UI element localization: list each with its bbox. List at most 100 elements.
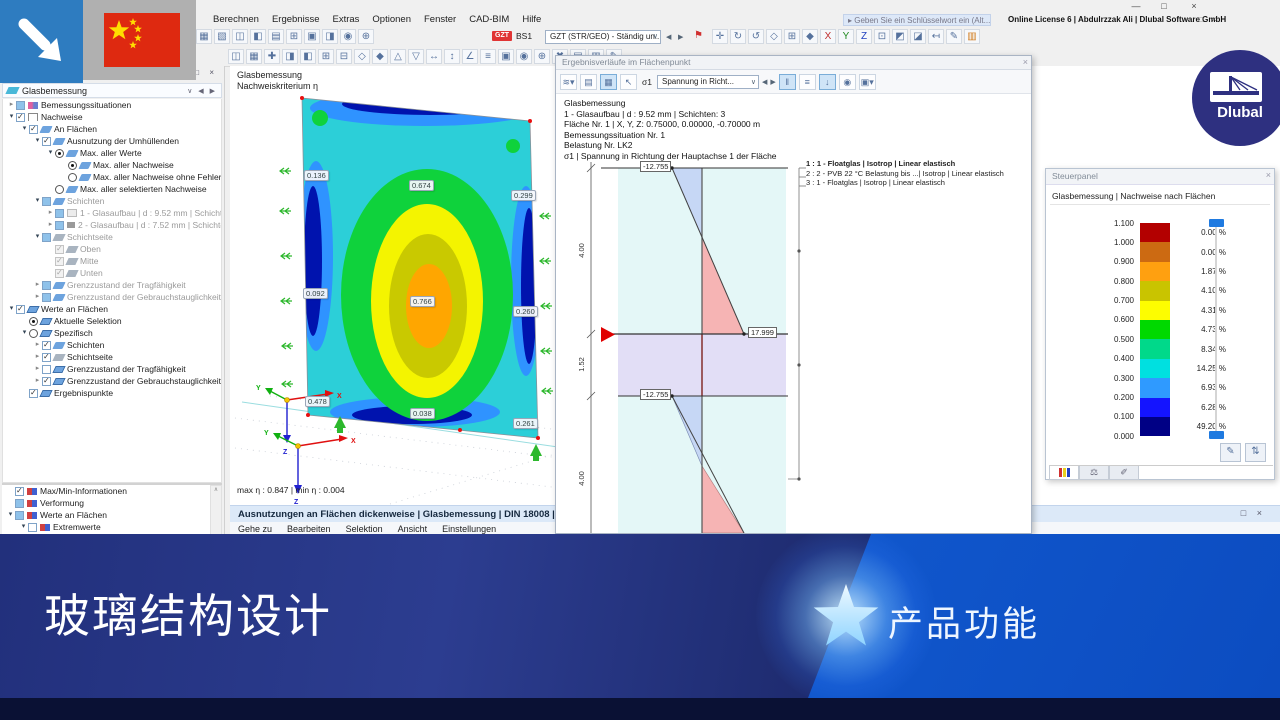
expander-icon[interactable] — [46, 147, 55, 159]
tree-item[interactable]: Schichten — [3, 195, 221, 207]
grid-icon[interactable]: ⊞ — [784, 29, 800, 44]
value-tag[interactable]: 0.038 — [410, 408, 435, 419]
tree-item[interactable]: Oben — [3, 243, 221, 255]
menu-item[interactable]: Ergebnisse — [272, 13, 320, 27]
load-tool-icon[interactable]: ◆ — [372, 49, 388, 64]
tree-item-control[interactable] — [16, 304, 25, 314]
node-tool-icon[interactable]: ◫ — [228, 49, 244, 64]
value-tag[interactable]: 0.766 — [410, 296, 435, 307]
navigator-header[interactable]: Glasbemessung ∨ ◀ ▶ — [2, 83, 222, 98]
close-button[interactable]: × — [1182, 1, 1206, 12]
value-tag[interactable]: 0.478 — [305, 396, 330, 407]
expander-icon[interactable] — [46, 219, 55, 231]
rotate-view-icon[interactable]: ↻ — [730, 29, 746, 44]
tab-color-scale[interactable] — [1049, 466, 1079, 480]
prev-loadcase-icon[interactable]: ◀ — [666, 33, 671, 41]
point-icon[interactable]: ◉ — [516, 49, 532, 64]
move-icon[interactable]: ✛ — [712, 29, 728, 44]
tree-item-control[interactable] — [42, 280, 51, 290]
loadcase-flag-icon[interactable]: ⚑ — [694, 30, 703, 41]
tree-item[interactable]: Extremwerte — [2, 521, 212, 533]
expander-icon[interactable] — [33, 351, 42, 363]
expander-icon[interactable] — [33, 195, 42, 207]
tree-item[interactable]: Schichtseite — [3, 231, 221, 243]
menu-item[interactable]: Fenster — [424, 13, 456, 27]
expander-icon[interactable] — [33, 291, 42, 303]
tree-item[interactable]: Max/Min-Informationen — [2, 485, 212, 497]
minimize-button[interactable]: — — [1124, 1, 1148, 12]
imperfection-icon[interactable]: ↕ — [444, 49, 460, 64]
isometric-view-icon[interactable]: ◇ — [766, 29, 782, 44]
support-tool-icon[interactable]: ⊞ — [318, 49, 334, 64]
loadcase-combo[interactable]: GZT (STR/GEO) - Ständig un... — [545, 30, 661, 44]
expander-icon[interactable] — [33, 135, 42, 147]
tree-item-control[interactable] — [15, 486, 24, 496]
value-tag[interactable]: 0.092 — [303, 288, 328, 299]
scale-range-slider[interactable] — [1209, 219, 1224, 439]
render-mode-icon[interactable]: ◨ — [322, 29, 338, 44]
display-properties-icon[interactable]: ▣ — [304, 29, 320, 44]
tree-item[interactable]: Unten — [3, 267, 221, 279]
opening-tool-icon[interactable]: ◧ — [300, 49, 316, 64]
tree-item[interactable]: Aktuelle Selektion — [3, 315, 221, 327]
measure-icon[interactable]: ✎ — [946, 29, 962, 44]
view-menu-item[interactable]: Selektion — [346, 524, 383, 534]
tree-item-control[interactable] — [55, 208, 64, 218]
view-menu-item[interactable]: Ansicht — [398, 524, 428, 534]
view-window-controls[interactable]: □ × — [1241, 508, 1266, 518]
view-menu-item[interactable]: Gehe zu — [238, 524, 272, 534]
line-tool-icon[interactable]: ▦ — [246, 49, 262, 64]
tree-item[interactable]: Mitte — [3, 255, 221, 267]
tree-item-control[interactable] — [29, 316, 38, 326]
tree-item[interactable]: Max. aller selektierten Nachweise — [3, 183, 221, 195]
expander-icon[interactable] — [6, 509, 15, 521]
expander-icon[interactable] — [33, 363, 42, 375]
tree-item-control[interactable] — [15, 498, 24, 508]
value-tag[interactable]: 0.261 — [513, 418, 538, 429]
value-tag[interactable]: 0.299 — [511, 190, 536, 201]
slider-handle-top[interactable] — [1209, 219, 1224, 227]
menu-item[interactable]: Hilfe — [522, 13, 541, 27]
nodal-load-icon[interactable]: △ — [390, 49, 406, 64]
expander-icon[interactable] — [33, 339, 42, 351]
view-menu-item[interactable]: Einstellungen — [442, 524, 496, 534]
hinge-tool-icon[interactable]: ⊟ — [336, 49, 352, 64]
navigator-header-controls[interactable]: ∨ ◀ ▶ — [187, 87, 217, 95]
snap-icon[interactable]: ◆ — [802, 29, 818, 44]
tree-item[interactable]: Max. aller Nachweise — [3, 159, 221, 171]
tree-item[interactable]: Spezifisch — [3, 327, 221, 339]
render-solid-icon[interactable]: ▥ — [964, 29, 980, 44]
tree-item-control[interactable] — [42, 352, 51, 362]
expander-icon[interactable] — [7, 111, 16, 123]
tree-item-control[interactable] — [42, 136, 51, 146]
add-icon[interactable]: ⊕ — [534, 49, 550, 64]
tree-item-control[interactable] — [55, 148, 64, 158]
tree-item[interactable]: Nachweise — [3, 111, 221, 123]
value-tag[interactable]: 0.136 — [304, 170, 329, 181]
save-icon[interactable]: ◫ — [232, 29, 248, 44]
tree-item-control[interactable] — [42, 196, 51, 206]
tree-item-control[interactable] — [68, 160, 77, 170]
panel-edit-icon[interactable]: ✎ — [1220, 443, 1241, 462]
tree-item[interactable]: Grenzzustand der Tragfähigkeit — [3, 279, 221, 291]
tree-item[interactable]: Verformung — [2, 497, 212, 509]
close-icon[interactable]: × — [1266, 170, 1271, 180]
tree-item[interactable]: Schichten — [3, 339, 221, 351]
menu-item[interactable]: Berechnen — [213, 13, 259, 27]
tree-item-control[interactable] — [42, 340, 51, 350]
surface-load-icon[interactable]: ↔ — [426, 49, 442, 64]
tree-item[interactable]: Max. aller Nachweise ohne Fehler — [3, 171, 221, 183]
tree-item[interactable]: Werte an Flächen — [2, 509, 212, 521]
tree-item[interactable]: Schichtseite — [3, 351, 221, 363]
view-y-icon[interactable]: Y — [838, 29, 854, 44]
navigator-toggle-icon[interactable]: ◧ — [250, 29, 266, 44]
tree-item-control[interactable] — [42, 364, 51, 374]
expander-icon[interactable] — [20, 327, 29, 339]
angle-tool-icon[interactable]: ∠ — [462, 49, 478, 64]
child-window-controls[interactable]: – □ × — [1186, 15, 1219, 24]
tree-item[interactable]: 1 - Glasaufbau | d : 9.52 mm | Schichten… — [3, 207, 221, 219]
open-model-icon[interactable]: ▧ — [214, 29, 230, 44]
tree-item-control[interactable] — [16, 100, 25, 110]
surface-tool-icon[interactable]: ✚ — [264, 49, 280, 64]
menu-item[interactable]: Extras — [332, 13, 359, 27]
